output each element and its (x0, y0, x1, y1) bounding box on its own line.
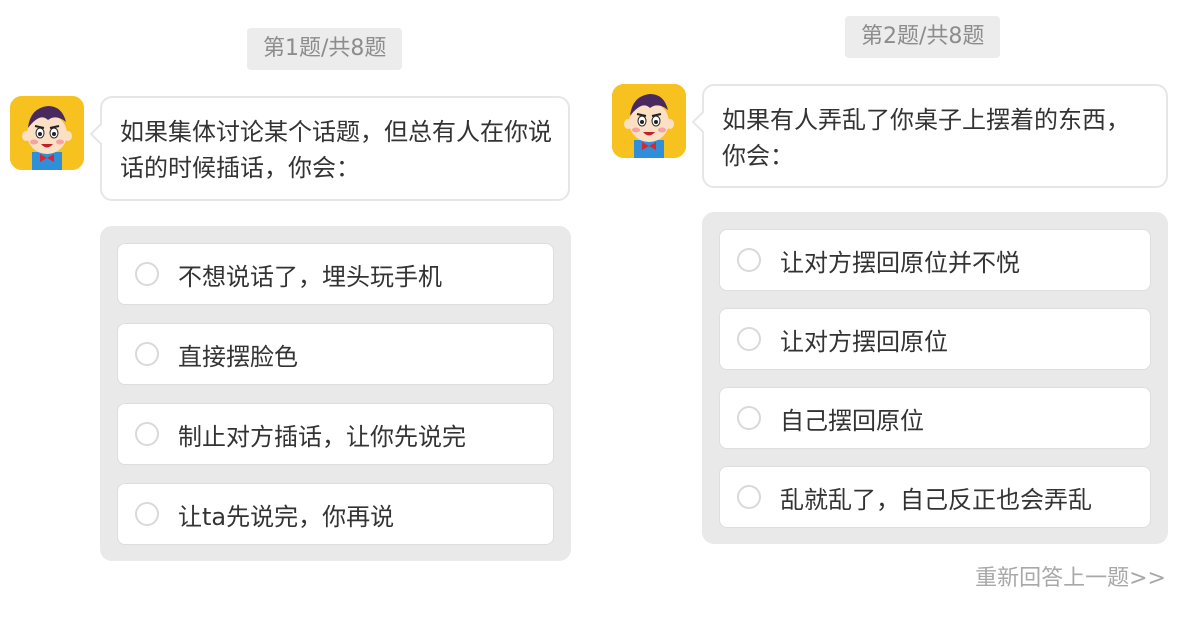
radio-unchecked-icon[interactable] (737, 406, 761, 430)
question-bubble: 如果集体讨论某个话题，但总有人在你说话的时候插话，你会： (89, 96, 570, 201)
bubble-tail (691, 110, 715, 134)
radio-unchecked-icon[interactable] (135, 422, 159, 446)
radio-unchecked-icon[interactable] (737, 485, 761, 509)
option-item[interactable]: 直接摆脸色 (117, 323, 554, 385)
quiz-page: 第1题/共8题 如果集体讨论某个话题，但总有人在你说话的时候插话，你会： 不想说… (0, 0, 1200, 628)
option-item[interactable]: 让对方摆回原位并不悦 (719, 229, 1151, 291)
radio-unchecked-icon[interactable] (135, 342, 159, 366)
question-counter: 第1题/共8题 (247, 28, 403, 70)
option-label: 制止对方插话，让你先说完 (178, 422, 466, 451)
option-item[interactable]: 自己摆回原位 (719, 387, 1151, 449)
question-counter: 第2题/共8题 (845, 16, 1001, 58)
question-prompt: 如果有人弄乱了你桌子上摆着的东西，你会： (722, 106, 1130, 170)
radio-unchecked-icon[interactable] (135, 262, 159, 286)
option-item[interactable]: 乱就乱了，自己反正也会弄乱 (719, 466, 1151, 528)
option-item[interactable]: 让ta先说完，你再说 (117, 483, 554, 545)
radio-unchecked-icon[interactable] (135, 502, 159, 526)
option-label: 让对方摆回原位并不悦 (780, 248, 1020, 277)
cartoon-boy-avatar-icon (10, 96, 84, 170)
bubble-tail (89, 122, 113, 146)
option-item[interactable]: 不想说话了，埋头玩手机 (117, 243, 554, 305)
options-list: 不想说话了，埋头玩手机 直接摆脸色 制止对方插话，让你先说完 让ta先说完，你再… (100, 226, 571, 561)
question-bubble: 如果有人弄乱了你桌子上摆着的东西，你会： (691, 84, 1168, 188)
option-label: 让对方摆回原位 (780, 327, 948, 356)
retry-previous-link[interactable]: 重新回答上一题>> (975, 560, 1166, 592)
radio-unchecked-icon[interactable] (737, 248, 761, 272)
option-label: 不想说话了，埋头玩手机 (178, 262, 442, 291)
question-prompt: 如果集体讨论某个话题，但总有人在你说话的时候插话，你会： (120, 118, 552, 182)
option-label: 乱就乱了，自己反正也会弄乱 (780, 485, 1092, 514)
option-item[interactable]: 让对方摆回原位 (719, 308, 1151, 370)
options-list: 让对方摆回原位并不悦 让对方摆回原位 自己摆回原位 乱就乱了，自己反正也会弄乱 (702, 212, 1168, 544)
option-item[interactable]: 制止对方插话，让你先说完 (117, 403, 554, 465)
option-label: 让ta先说完，你再说 (178, 502, 395, 531)
option-label: 直接摆脸色 (178, 342, 298, 371)
radio-unchecked-icon[interactable] (737, 327, 761, 351)
cartoon-boy-avatar-icon (612, 84, 686, 158)
option-label: 自己摆回原位 (780, 406, 924, 435)
